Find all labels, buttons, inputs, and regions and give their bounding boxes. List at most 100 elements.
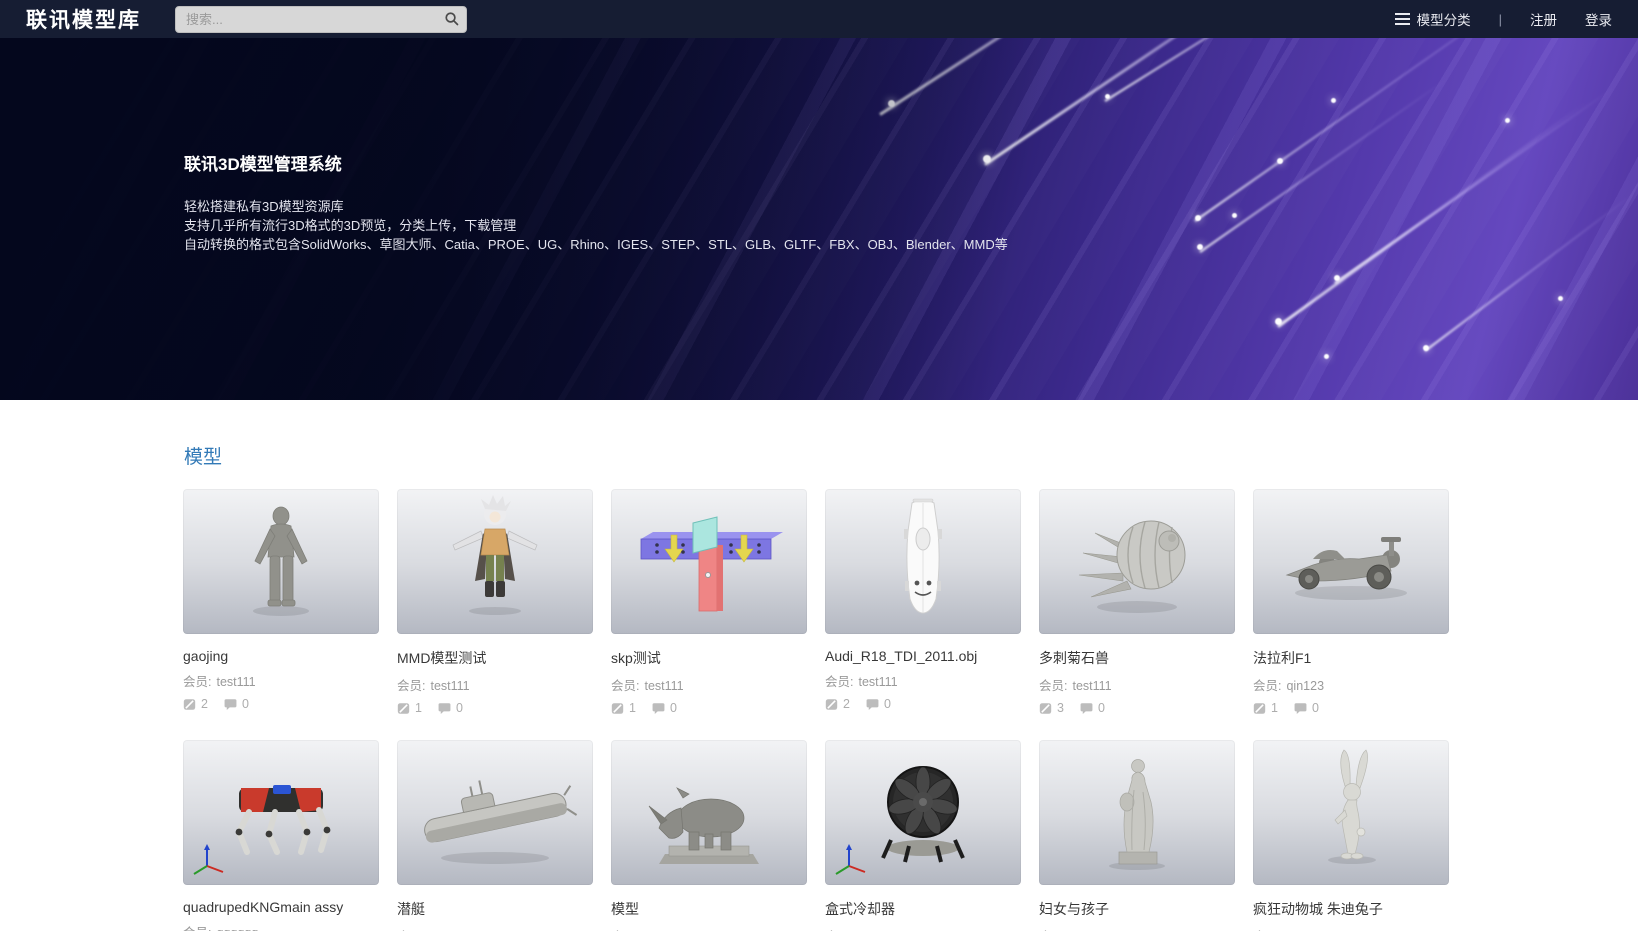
navbar: 联讯模型库 模型分类 | 注册 登录 xyxy=(0,0,1638,38)
model-card[interactable]: MMD模型测试 会员:test111 1 0 xyxy=(397,489,593,715)
views-count: 1 xyxy=(415,701,422,715)
model-card[interactable]: skp测试 会员:test111 1 0 xyxy=(611,489,807,715)
views-count: 2 xyxy=(201,697,208,711)
views-count: 3 xyxy=(1057,701,1064,715)
model-title[interactable]: 模型 xyxy=(611,899,807,919)
model-member: 会员:qqqqqq xyxy=(183,922,379,931)
model-title[interactable]: 妇女与孩子 xyxy=(1039,899,1235,919)
nav-login[interactable]: 登录 xyxy=(1585,9,1612,29)
comment-icon xyxy=(224,698,237,711)
statue-man-thumb-art xyxy=(183,489,379,634)
model-thumbnail[interactable] xyxy=(183,740,379,885)
rhino-statue-thumb-art xyxy=(611,740,807,885)
model-thumbnail[interactable] xyxy=(1253,740,1449,885)
model-stats: 1 0 xyxy=(611,701,807,715)
search-icon xyxy=(444,11,459,26)
model-thumbnail[interactable] xyxy=(1039,489,1235,634)
model-title[interactable]: 多刺菊石兽 xyxy=(1039,648,1235,668)
model-thumbnail[interactable] xyxy=(397,740,593,885)
comments-count: 0 xyxy=(242,697,249,711)
model-thumbnail[interactable] xyxy=(825,489,1021,634)
nav-register[interactable]: 注册 xyxy=(1530,9,1557,29)
model-member: 会员:qin123 xyxy=(1253,675,1449,694)
model-member: 会员:qin123 xyxy=(397,926,593,931)
nav-divider: | xyxy=(1499,12,1502,27)
views-icon xyxy=(397,702,410,715)
ammonite-thumb-art xyxy=(1039,489,1235,634)
woman-statue-thumb-art xyxy=(1039,740,1235,885)
model-stats: 2 0 xyxy=(183,697,379,711)
hero-line-2: 支持几乎所有流行3D格式的3D预览，分类上传，下载管理 xyxy=(184,216,1008,235)
model-title[interactable]: 盒式冷却器 xyxy=(825,899,1021,919)
model-thumbnail[interactable] xyxy=(183,489,379,634)
views-count: 2 xyxy=(843,697,850,711)
model-card[interactable]: 法拉利F1 会员:qin123 1 0 xyxy=(1253,489,1449,715)
model-stats: 3 0 xyxy=(1039,701,1235,715)
race-car-top-thumb-art xyxy=(825,489,1021,634)
model-title[interactable]: MMD模型测试 xyxy=(397,648,593,668)
comment-icon xyxy=(1294,702,1307,715)
site-logo[interactable]: 联讯模型库 xyxy=(26,4,141,34)
comments-count: 0 xyxy=(670,701,677,715)
model-title[interactable]: 疯狂动物城 朱迪兔子 xyxy=(1253,899,1449,919)
model-member: 会员:qin123 xyxy=(1039,926,1235,931)
comment-icon xyxy=(1080,702,1093,715)
comments-count: 0 xyxy=(1098,701,1105,715)
hero-title: 联讯3D模型管理系统 xyxy=(184,150,1008,175)
views-icon xyxy=(611,702,624,715)
model-title[interactable]: gaojing xyxy=(183,648,379,664)
submarine-thumb-art xyxy=(397,740,593,885)
menu-icon xyxy=(1395,13,1410,25)
model-card[interactable]: 模型 会员:qin123 0 0 xyxy=(611,740,807,931)
model-stats: 1 0 xyxy=(397,701,593,715)
hero-line-3: 自动转换的格式包含SolidWorks、草图大师、Catia、PROE、UG、R… xyxy=(184,235,1008,254)
search-input[interactable] xyxy=(175,6,467,33)
model-card[interactable]: 潜艇 会员:qin123 5 0 xyxy=(397,740,593,931)
model-grid: gaojing 会员:test111 2 0 xyxy=(183,489,1638,931)
model-member: 会员:test111 xyxy=(1039,675,1235,694)
comment-icon xyxy=(652,702,665,715)
views-count: 1 xyxy=(1271,701,1278,715)
model-card[interactable]: Audi_R18_TDI_2011.obj 会员:test111 2 0 xyxy=(825,489,1021,715)
views-icon xyxy=(183,698,196,711)
rabbit-figure-thumb-art xyxy=(1253,740,1449,885)
quadruped-robot-thumb-art xyxy=(183,740,379,885)
model-card[interactable]: 盒式冷却器 会员:qin123 1 0 xyxy=(825,740,1021,931)
section-title-models: 模型 xyxy=(184,442,1638,469)
model-thumbnail[interactable] xyxy=(611,489,807,634)
model-card[interactable]: 多刺菊石兽 会员:test111 3 0 xyxy=(1039,489,1235,715)
model-thumbnail[interactable] xyxy=(1253,489,1449,634)
model-thumbnail[interactable] xyxy=(611,740,807,885)
model-member: 会员:test111 xyxy=(611,675,807,694)
model-thumbnail[interactable] xyxy=(1039,740,1235,885)
model-title[interactable]: Audi_R18_TDI_2011.obj xyxy=(825,648,1021,664)
views-icon xyxy=(1039,702,1052,715)
model-title[interactable]: 法拉利F1 xyxy=(1253,648,1449,668)
model-title[interactable]: skp测试 xyxy=(611,648,807,668)
views-icon xyxy=(1253,702,1266,715)
hero-description: 轻松搭建私有3D模型资源库 支持几乎所有流行3D格式的3D预览，分类上传，下载管… xyxy=(184,197,1008,254)
axis-triad-icon xyxy=(194,844,223,874)
model-card[interactable]: gaojing 会员:test111 2 0 xyxy=(183,489,379,715)
model-member: 会员:test111 xyxy=(825,671,1021,690)
model-card[interactable]: quadrupedKNGmain assy 会员:qqqqqq 3 0 xyxy=(183,740,379,931)
model-title[interactable]: 潜艇 xyxy=(397,899,593,919)
comments-count: 0 xyxy=(1312,701,1319,715)
comment-icon xyxy=(438,702,451,715)
model-stats: 2 0 xyxy=(825,697,1021,711)
model-card[interactable]: 妇女与孩子 会员:qin123 0 0 xyxy=(1039,740,1235,931)
model-thumbnail[interactable] xyxy=(397,489,593,634)
hero-banner: 联讯3D模型管理系统 轻松搭建私有3D模型资源库 支持几乎所有流行3D格式的3D… xyxy=(0,38,1638,400)
views-icon xyxy=(825,698,838,711)
cpu-cooler-thumb-art xyxy=(825,740,1021,885)
comment-icon xyxy=(866,698,879,711)
hero-content: 联讯3D模型管理系统 轻松搭建私有3D模型资源库 支持几乎所有流行3D格式的3D… xyxy=(184,150,1008,254)
search-button[interactable] xyxy=(439,8,463,30)
model-card[interactable]: 疯狂动物城 朱迪兔子 会员:qin123 1 0 xyxy=(1253,740,1449,931)
model-thumbnail[interactable] xyxy=(825,740,1021,885)
nav-model-category[interactable]: 模型分类 xyxy=(1395,9,1471,29)
model-title[interactable]: quadrupedKNGmain assy xyxy=(183,899,379,915)
steel-joint-thumb-art xyxy=(611,489,807,634)
model-member: 会员:qin123 xyxy=(825,926,1021,931)
axis-triad-icon xyxy=(836,844,865,874)
